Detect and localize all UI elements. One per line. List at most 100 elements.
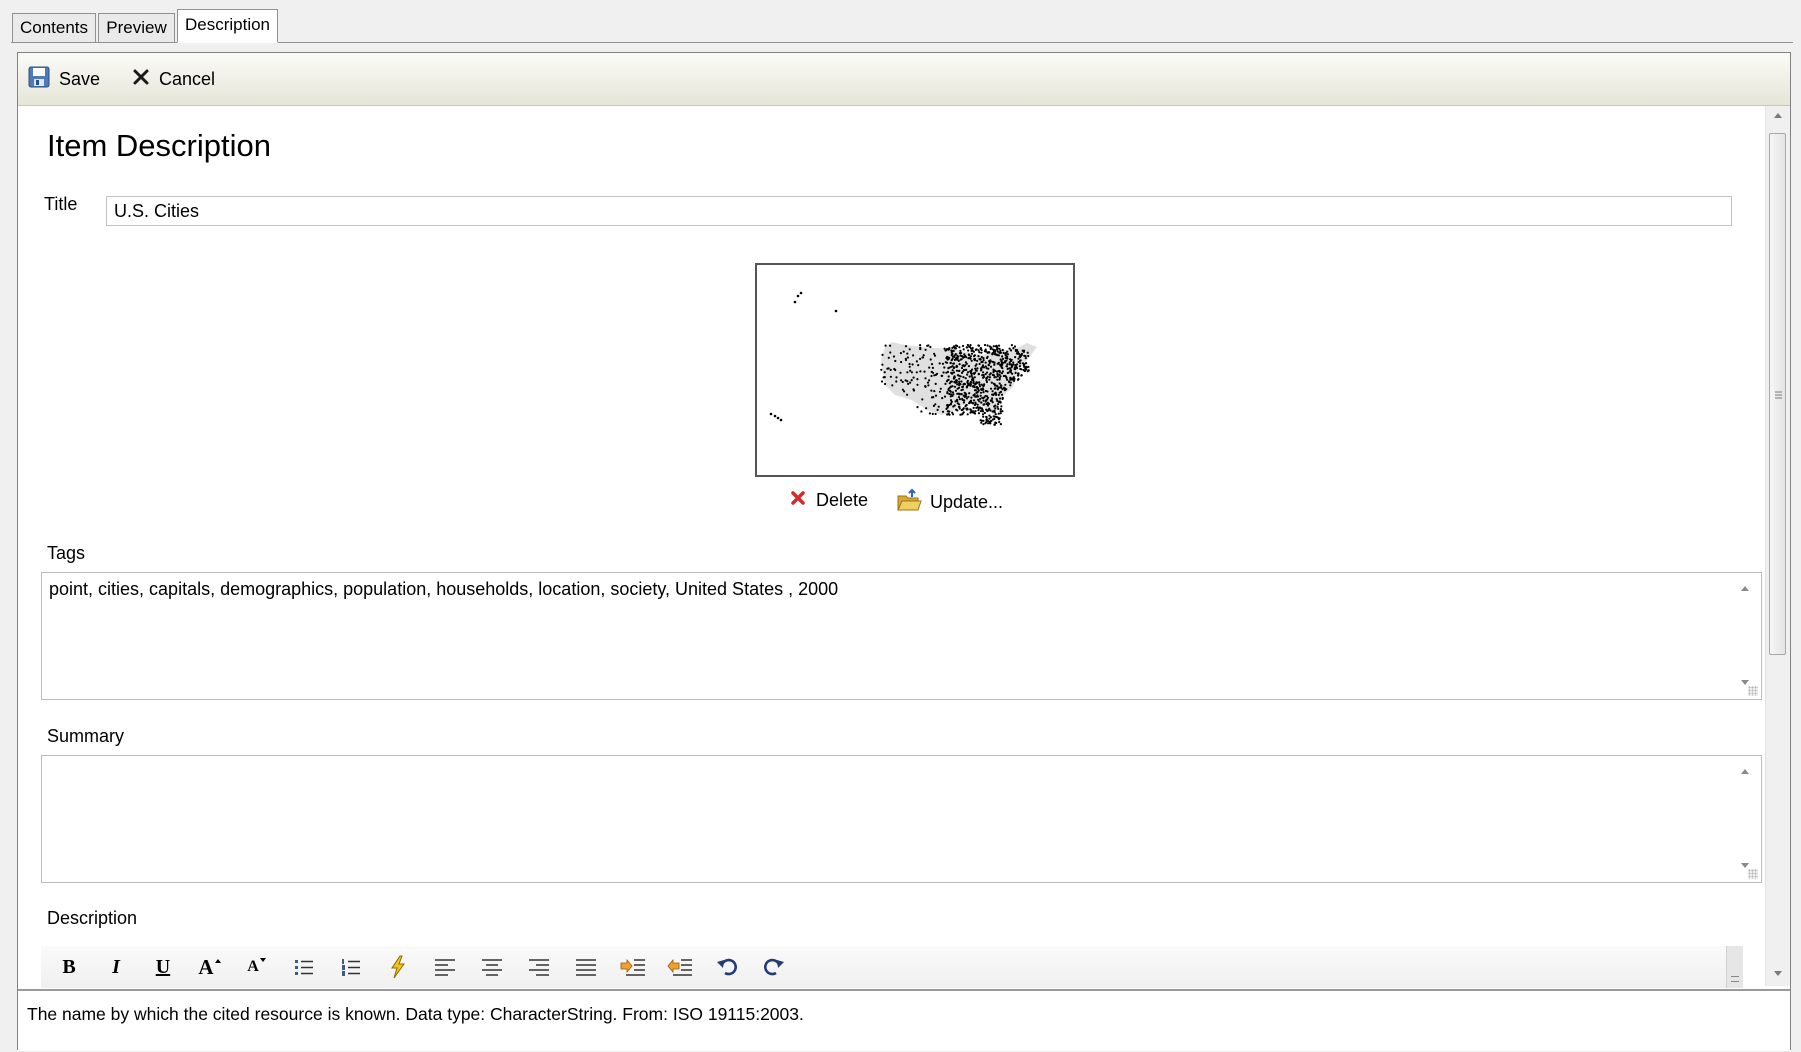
save-button[interactable]: Save bbox=[28, 65, 100, 93]
city-point bbox=[1000, 393, 1004, 396]
city-point bbox=[949, 385, 952, 388]
align-left-icon bbox=[435, 959, 455, 976]
city-point bbox=[906, 380, 909, 383]
bullet-list-button[interactable] bbox=[290, 953, 318, 981]
summary-scroll-down-icon[interactable] bbox=[1741, 863, 1749, 868]
summary-scroll-up-icon[interactable] bbox=[1741, 769, 1749, 774]
summary-label: Summary bbox=[47, 726, 125, 746]
align-right-button[interactable] bbox=[525, 953, 553, 981]
city-point bbox=[989, 387, 993, 390]
city-point bbox=[1027, 369, 1030, 372]
font-size-decrease-button[interactable]: A bbox=[243, 953, 271, 981]
city-point bbox=[906, 393, 909, 396]
city-point bbox=[779, 418, 783, 422]
font-size-increase-button[interactable]: A bbox=[196, 953, 224, 981]
scroll-down-icon[interactable] bbox=[1766, 966, 1790, 982]
outdent-button[interactable] bbox=[666, 953, 694, 981]
clear-formatting-button[interactable] bbox=[384, 953, 412, 981]
city-point bbox=[967, 365, 970, 368]
city-point bbox=[970, 352, 974, 355]
redo-button[interactable] bbox=[760, 953, 788, 981]
city-point bbox=[993, 405, 996, 408]
city-point bbox=[924, 385, 927, 388]
city-point bbox=[980, 349, 983, 352]
city-point bbox=[982, 415, 985, 418]
city-point bbox=[984, 394, 987, 398]
city-point bbox=[997, 393, 1000, 396]
undo-button[interactable] bbox=[713, 953, 741, 981]
city-point bbox=[956, 354, 959, 357]
city-point bbox=[880, 368, 883, 371]
align-center-button[interactable] bbox=[478, 953, 506, 981]
city-point bbox=[962, 348, 965, 351]
tags-scroll-up-icon[interactable] bbox=[1741, 586, 1749, 591]
tags-field[interactable]: point, cities, capitals, demographics, p… bbox=[41, 572, 1762, 700]
editor-scroll-down-icon[interactable] bbox=[1731, 976, 1739, 982]
update-thumbnail-button[interactable]: Update... bbox=[896, 488, 1003, 517]
city-point bbox=[983, 343, 987, 347]
editor-scrollbar[interactable] bbox=[1726, 946, 1743, 988]
city-point bbox=[1001, 355, 1004, 358]
tab-description[interactable]: Description bbox=[177, 9, 278, 43]
description-editor-toolbar: B I U A A bbox=[41, 946, 1743, 988]
align-left-button[interactable] bbox=[431, 953, 459, 981]
city-point bbox=[1014, 371, 1017, 374]
city-point bbox=[985, 380, 988, 384]
city-point bbox=[994, 387, 997, 390]
city-point bbox=[980, 407, 983, 410]
italic-button[interactable]: I bbox=[102, 953, 130, 981]
city-point bbox=[969, 399, 973, 402]
city-point bbox=[894, 359, 897, 363]
increase-arrow-icon bbox=[214, 959, 221, 963]
save-icon bbox=[28, 66, 50, 93]
city-point bbox=[969, 344, 972, 347]
tags-resize-grip-icon[interactable] bbox=[1748, 686, 1758, 696]
city-point bbox=[934, 403, 937, 406]
description-label: Description bbox=[47, 908, 138, 928]
scrollbar-thumb[interactable] bbox=[1769, 133, 1786, 655]
city-point bbox=[769, 412, 773, 416]
main-scrollbar[interactable] bbox=[1765, 106, 1790, 986]
tab-contents[interactable]: Contents bbox=[12, 13, 96, 43]
indent-button[interactable] bbox=[619, 953, 647, 981]
justify-button[interactable] bbox=[572, 953, 600, 981]
city-point bbox=[997, 407, 1000, 410]
city-point bbox=[940, 374, 943, 377]
city-point bbox=[1026, 351, 1029, 354]
city-point bbox=[952, 362, 955, 365]
title-field[interactable]: U.S. Cities bbox=[106, 196, 1732, 226]
city-point bbox=[1003, 389, 1006, 392]
city-point bbox=[951, 372, 954, 375]
tab-preview[interactable]: Preview bbox=[98, 13, 175, 43]
city-point bbox=[922, 354, 925, 357]
scroll-up-icon[interactable] bbox=[1766, 108, 1790, 124]
delete-thumbnail-button[interactable]: Delete bbox=[788, 488, 868, 513]
city-point bbox=[942, 371, 945, 374]
cancel-button[interactable]: Cancel bbox=[132, 65, 215, 93]
tags-scroll-down-icon[interactable] bbox=[1741, 680, 1749, 685]
bold-button[interactable]: B bbox=[55, 953, 83, 981]
city-point bbox=[939, 387, 942, 390]
city-point bbox=[997, 403, 1000, 406]
city-point bbox=[999, 363, 1002, 366]
toolbar: Save Cancel bbox=[18, 53, 1790, 106]
bullet-list-icon bbox=[295, 960, 313, 975]
city-point bbox=[985, 415, 988, 418]
city-point bbox=[950, 399, 953, 402]
city-point bbox=[983, 350, 986, 353]
city-point bbox=[953, 375, 956, 378]
city-point bbox=[930, 389, 933, 392]
city-point bbox=[987, 422, 990, 425]
underline-button[interactable]: U bbox=[149, 953, 177, 981]
city-point bbox=[1013, 345, 1017, 348]
city-point bbox=[893, 367, 896, 371]
city-point bbox=[917, 364, 920, 367]
summary-field[interactable] bbox=[41, 755, 1762, 883]
city-point bbox=[991, 348, 994, 351]
summary-resize-grip-icon[interactable] bbox=[1748, 869, 1758, 879]
city-point bbox=[926, 381, 930, 384]
city-point bbox=[984, 422, 987, 425]
numbered-list-button[interactable] bbox=[337, 953, 365, 981]
city-point bbox=[916, 383, 919, 386]
city-point bbox=[946, 404, 949, 407]
